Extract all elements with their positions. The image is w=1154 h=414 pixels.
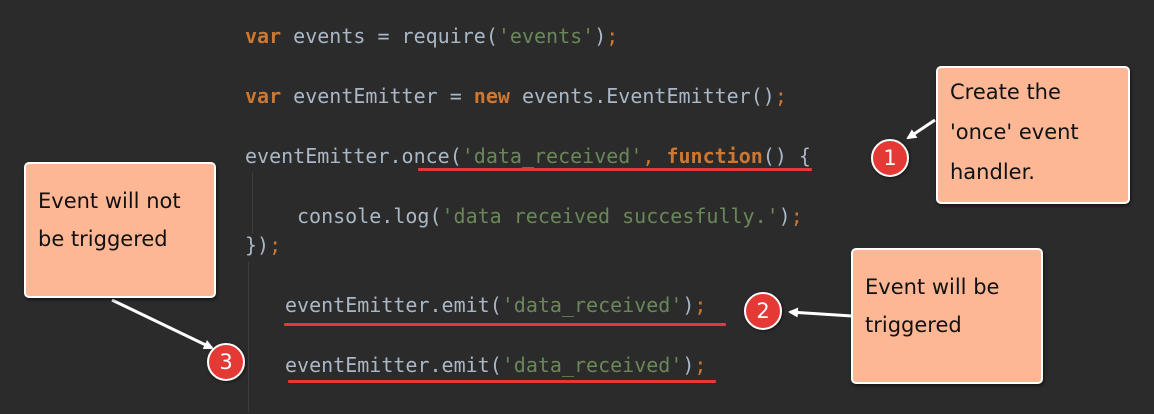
- callout-create-once-handler: Create the 'once' event handler.: [936, 66, 1130, 204]
- callout-line: Create the: [950, 80, 1061, 104]
- callout-line: be triggered: [38, 227, 168, 251]
- arrow-2: [788, 307, 853, 318]
- callout-line: Event will not: [38, 189, 181, 213]
- arrow-1: [906, 118, 936, 140]
- callout-event-triggered: Event will be triggered: [851, 248, 1043, 384]
- step-badge-3: 3: [207, 343, 245, 381]
- callout-event-not-triggered: Event will not be triggered: [24, 162, 216, 298]
- arrow-3: [111, 298, 214, 350]
- callout-line: handler.: [950, 160, 1035, 184]
- callout-line: 'once' event: [950, 120, 1079, 144]
- code-editor-screenshot: var events = require('events'); var even…: [0, 0, 1154, 414]
- callout-line: Event will be: [865, 275, 1000, 299]
- callout-line: triggered: [865, 313, 962, 337]
- step-badge-1: 1: [871, 139, 909, 177]
- step-badge-2: 2: [744, 292, 782, 330]
